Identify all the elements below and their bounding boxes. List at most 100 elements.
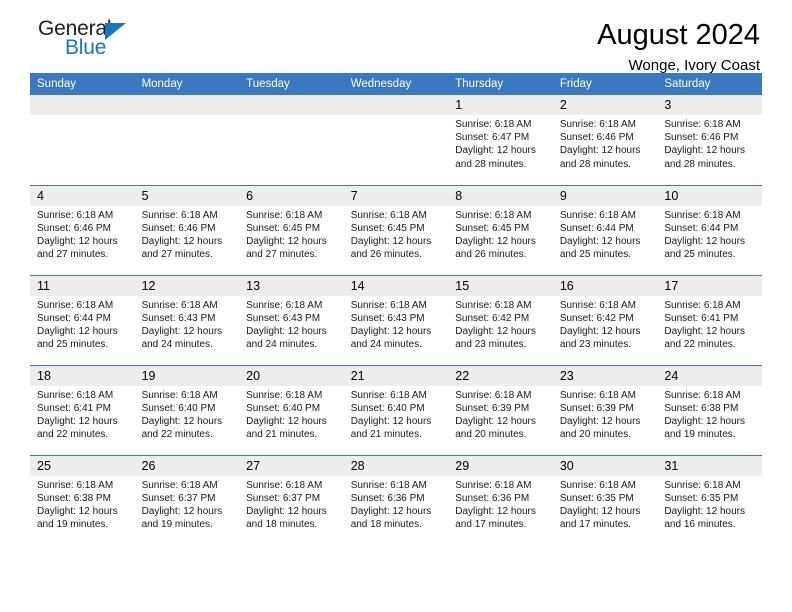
calendar-cell-inner: 26 Sunrise: 6:18 AM Sunset: 6:37 PM Dayligh… — [134, 455, 240, 546]
daylight-duration-line2: and 20 minutes. — [559, 429, 631, 441]
weekday-header-saturday: Saturday — [657, 73, 762, 95]
sunset-time: Sunset: 6:38 PM — [37, 492, 111, 504]
calendar-day-cell[interactable]: 15 Sunrise: 6:18 AM Sunset: 6:42 PM Dayligh… — [448, 274, 553, 365]
calendar-cell-inner: 3 Sunrise: 6:18 AM Sunset: 6:46 PM Daylight… — [657, 95, 762, 185]
calendar-day-cell[interactable]: 8 Sunrise: 6:18 AM Sunset: 6:45 PM Daylight… — [448, 184, 553, 275]
calendar-cell-inner: 14 Sunrise: 6:18 AM Sunset: 6:43 PM Dayligh… — [343, 275, 449, 365]
calendar-day-details: Sunrise: 6:18 AM Sunset: 6:44 PM Daylight:… — [30, 296, 135, 352]
calendar-day-number: 25 — [30, 455, 135, 476]
calendar-day-cell[interactable]: 4 Sunrise: 6:18 AM Sunset: 6:46 PM Daylight… — [30, 184, 135, 275]
calendar-body: 1 Sunrise: 6:18 AM Sunset: 6:47 PM Daylight… — [30, 95, 762, 545]
calendar-cell-inner — [30, 95, 135, 185]
calendar-day-details: Sunrise: 6:18 AM Sunset: 6:39 PM Daylight:… — [448, 386, 553, 442]
calendar-day-cell[interactable]: 30 Sunrise: 6:18 AM Sunset: 6:35 PM Dayligh… — [552, 454, 658, 545]
brand-logo[interactable]: General Blue — [30, 18, 160, 68]
calendar-day-cell[interactable]: 23 Sunrise: 6:18 AM Sunset: 6:39 PM Dayligh… — [552, 364, 658, 455]
calendar-week-row: 4 Sunrise: 6:18 AM Sunset: 6:46 PM Daylight… — [30, 184, 762, 275]
calendar-cell-inner: 5 Sunrise: 6:18 AM Sunset: 6:46 PM Daylight… — [134, 185, 240, 275]
calendar-cell-inner: 29 Sunrise: 6:18 AM Sunset: 6:36 PM Dayligh… — [448, 455, 553, 546]
calendar-day-details: Sunrise: 6:18 AM Sunset: 6:38 PM Daylight:… — [30, 476, 135, 532]
calendar-day-cell[interactable]: 6 Sunrise: 6:18 AM Sunset: 6:45 PM Daylight… — [239, 184, 344, 275]
calendar-day-cell[interactable]: 20 Sunrise: 6:18 AM Sunset: 6:40 PM Dayligh… — [239, 364, 344, 455]
calendar-day-number: 7 — [343, 185, 449, 206]
daylight-duration-line1: Daylight: 12 hours — [664, 145, 745, 157]
calendar-day-number: 20 — [239, 365, 344, 386]
calendar-day-cell[interactable]: 25 Sunrise: 6:18 AM Sunset: 6:38 PM Dayligh… — [30, 454, 135, 545]
sunrise-time: Sunrise: 6:18 AM — [559, 209, 636, 221]
sunrise-time: Sunrise: 6:18 AM — [559, 479, 636, 491]
sunrise-time: Sunrise: 6:18 AM — [664, 389, 741, 401]
calendar-week-row: 11 Sunrise: 6:18 AM Sunset: 6:44 PM Dayligh… — [30, 274, 762, 365]
calendar-day-cell[interactable]: 5 Sunrise: 6:18 AM Sunset: 6:46 PM Daylight… — [134, 184, 240, 275]
sunset-time: Sunset: 6:44 PM — [37, 312, 111, 324]
calendar-cell-inner: 7 Sunrise: 6:18 AM Sunset: 6:45 PM Daylight… — [343, 185, 449, 275]
calendar-day-number — [343, 95, 449, 115]
daylight-duration-line1: Daylight: 12 hours — [455, 235, 536, 247]
calendar-day-cell[interactable]: 18 Sunrise: 6:18 AM Sunset: 6:41 PM Dayligh… — [30, 364, 135, 455]
calendar-day-cell[interactable]: 3 Sunrise: 6:18 AM Sunset: 6:46 PM Daylight… — [657, 95, 762, 185]
calendar-day-cell[interactable]: 16 Sunrise: 6:18 AM Sunset: 6:42 PM Dayligh… — [552, 274, 658, 365]
calendar-day-number — [30, 95, 135, 115]
calendar-cell-empty — [134, 95, 240, 185]
calendar-week-row: 1 Sunrise: 6:18 AM Sunset: 6:47 PM Daylight… — [30, 95, 762, 185]
calendar-day-number: 19 — [134, 365, 240, 386]
daylight-duration-line1: Daylight: 12 hours — [141, 505, 223, 517]
calendar-day-cell[interactable]: 27 Sunrise: 6:18 AM Sunset: 6:37 PM Dayligh… — [239, 454, 344, 546]
calendar-day-cell[interactable]: 31 Sunrise: 6:18 AM Sunset: 6:35 PM Dayligh… — [657, 454, 762, 546]
calendar-day-cell[interactable]: 26 Sunrise: 6:18 AM Sunset: 6:37 PM Dayligh… — [134, 454, 240, 546]
weekday-header-tuesday: Tuesday — [239, 73, 344, 95]
calendar-day-cell[interactable]: 21 Sunrise: 6:18 AM Sunset: 6:40 PM Dayligh… — [343, 364, 449, 455]
sunrise-time: Sunrise: 6:18 AM — [559, 389, 636, 401]
calendar-day-number: 14 — [343, 275, 449, 296]
calendar-day-cell[interactable]: 13 Sunrise: 6:18 AM Sunset: 6:43 PM Dayligh… — [239, 274, 344, 365]
sunset-time: Sunset: 6:37 PM — [141, 492, 216, 504]
calendar-day-details: Sunrise: 6:18 AM Sunset: 6:45 PM Daylight:… — [448, 206, 553, 262]
sunset-time: Sunset: 6:35 PM — [664, 492, 739, 504]
calendar-cell-inner: 28 Sunrise: 6:18 AM Sunset: 6:36 PM Dayligh… — [343, 455, 449, 546]
daylight-duration-line2: and 17 minutes. — [455, 519, 527, 531]
calendar-day-cell[interactable]: 28 Sunrise: 6:18 AM Sunset: 6:36 PM Dayligh… — [343, 454, 449, 546]
sunrise-time: Sunrise: 6:18 AM — [37, 209, 114, 221]
calendar-day-details: Sunrise: 6:18 AM Sunset: 6:36 PM Daylight:… — [448, 476, 553, 532]
calendar-day-cell[interactable]: 29 Sunrise: 6:18 AM Sunset: 6:36 PM Dayligh… — [448, 454, 553, 546]
sunset-time: Sunset: 6:45 PM — [455, 222, 530, 234]
sunrise-sunset-calendar: Sunday Monday Tuesday Wednesday Thursday… — [30, 73, 762, 545]
calendar-day-cell[interactable]: 14 Sunrise: 6:18 AM Sunset: 6:43 PM Dayligh… — [343, 274, 449, 365]
calendar-day-cell[interactable]: 7 Sunrise: 6:18 AM Sunset: 6:45 PM Daylight… — [343, 184, 449, 275]
daylight-duration-line1: Daylight: 12 hours — [37, 325, 118, 337]
calendar-day-number: 10 — [657, 185, 762, 206]
calendar-cell-inner: 27 Sunrise: 6:18 AM Sunset: 6:37 PM Dayligh… — [239, 455, 344, 546]
sunset-time: Sunset: 6:43 PM — [141, 312, 216, 324]
daylight-duration-line2: and 23 minutes. — [559, 339, 631, 351]
calendar-day-cell[interactable]: 24 Sunrise: 6:18 AM Sunset: 6:38 PM Dayligh… — [657, 364, 762, 455]
calendar-day-cell[interactable]: 12 Sunrise: 6:18 AM Sunset: 6:43 PM Dayligh… — [134, 274, 240, 365]
calendar-cell-inner: 8 Sunrise: 6:18 AM Sunset: 6:45 PM Daylight… — [448, 185, 553, 275]
calendar-day-details: Sunrise: 6:18 AM Sunset: 6:41 PM Daylight:… — [30, 386, 135, 442]
daylight-duration-line2: and 25 minutes. — [37, 339, 109, 351]
calendar-cell-inner: 18 Sunrise: 6:18 AM Sunset: 6:41 PM Dayligh… — [30, 365, 135, 455]
daylight-duration-line2: and 18 minutes. — [246, 519, 318, 531]
calendar-cell-inner: 31 Sunrise: 6:18 AM Sunset: 6:35 PM Dayligh… — [657, 455, 762, 546]
calendar-day-cell[interactable]: 22 Sunrise: 6:18 AM Sunset: 6:39 PM Dayligh… — [448, 364, 553, 455]
calendar-day-cell[interactable]: 1 Sunrise: 6:18 AM Sunset: 6:47 PM Daylight… — [448, 95, 553, 185]
weekday-header-thursday: Thursday — [448, 73, 553, 95]
calendar-day-details: Sunrise: 6:18 AM Sunset: 6:39 PM Daylight:… — [553, 386, 658, 442]
sunrise-time: Sunrise: 6:18 AM — [141, 389, 218, 401]
daylight-duration-line2: and 24 minutes. — [350, 339, 422, 351]
calendar-day-cell[interactable]: 19 Sunrise: 6:18 AM Sunset: 6:40 PM Dayligh… — [134, 364, 240, 455]
calendar-day-cell[interactable]: 2 Sunrise: 6:18 AM Sunset: 6:46 PM Daylight… — [552, 95, 658, 185]
calendar-day-number: 28 — [343, 455, 449, 476]
sunrise-time: Sunrise: 6:18 AM — [455, 119, 532, 130]
daylight-duration-line2: and 27 minutes. — [246, 249, 318, 261]
calendar-day-cell[interactable]: 10 Sunrise: 6:18 AM Sunset: 6:44 PM Dayligh… — [657, 184, 762, 275]
sunrise-time: Sunrise: 6:18 AM — [37, 479, 114, 491]
calendar-day-cell[interactable]: 9 Sunrise: 6:18 AM Sunset: 6:44 PM Daylight… — [552, 184, 658, 275]
sunset-time: Sunset: 6:36 PM — [350, 492, 425, 504]
calendar-day-cell[interactable]: 11 Sunrise: 6:18 AM Sunset: 6:44 PM Dayligh… — [30, 274, 135, 365]
weekday-header-wednesday: Wednesday — [343, 73, 449, 95]
calendar-day-details: Sunrise: 6:18 AM Sunset: 6:46 PM Daylight:… — [657, 115, 762, 171]
sunset-time: Sunset: 6:44 PM — [664, 222, 739, 234]
daylight-duration-line1: Daylight: 12 hours — [455, 415, 536, 427]
calendar-day-number: 29 — [448, 455, 553, 476]
calendar-day-cell[interactable]: 17 Sunrise: 6:18 AM Sunset: 6:41 PM Dayligh… — [657, 274, 762, 365]
